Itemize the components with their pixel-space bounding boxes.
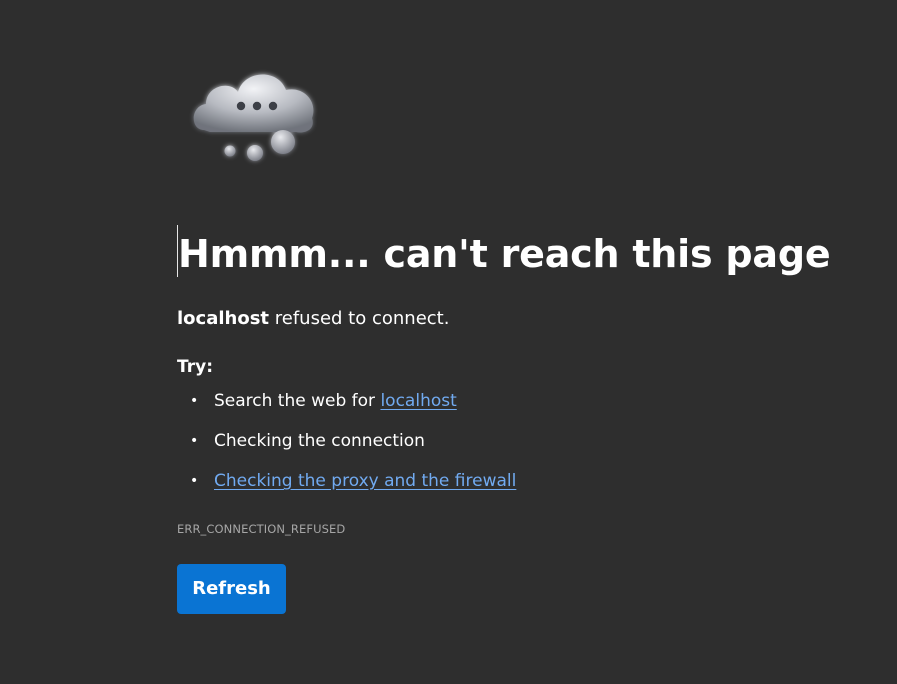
try-label: Try: xyxy=(177,357,213,377)
suggestion-text: Checking the connection xyxy=(214,431,425,451)
error-content: Hmmm... can't reach this page localhost … xyxy=(177,224,857,614)
error-host: localhost xyxy=(177,308,270,329)
error-code: ERR_CONNECTION_REFUSED xyxy=(177,522,346,536)
thinking-cloud-icon xyxy=(186,62,326,172)
suggestion-check-proxy: • Checking the proxy and the firewall xyxy=(177,469,857,509)
error-message-suffix: refused to connect. xyxy=(269,308,450,329)
error-page: Hmmm... can't reach this page localhost … xyxy=(0,0,897,684)
bullet-icon: • xyxy=(190,473,199,489)
suggestion-list: • Search the web for localhost • Checkin… xyxy=(177,389,857,509)
suggestion-search-web: • Search the web for localhost xyxy=(177,389,857,429)
search-localhost-link[interactable]: localhost xyxy=(380,391,456,411)
bullet-icon: • xyxy=(190,433,199,449)
title-row: Hmmm... can't reach this page xyxy=(177,224,857,282)
bullet-icon: • xyxy=(190,393,199,409)
error-message: localhost refused to connect. xyxy=(177,307,857,331)
proxy-firewall-link[interactable]: Checking the proxy and the firewall xyxy=(214,471,516,491)
refresh-button[interactable]: Refresh xyxy=(177,564,286,614)
suggestion-prefix: Search the web for xyxy=(214,391,381,411)
page-title: Hmmm... can't reach this page xyxy=(178,232,831,276)
suggestion-check-connection: • Checking the connection xyxy=(177,429,857,469)
